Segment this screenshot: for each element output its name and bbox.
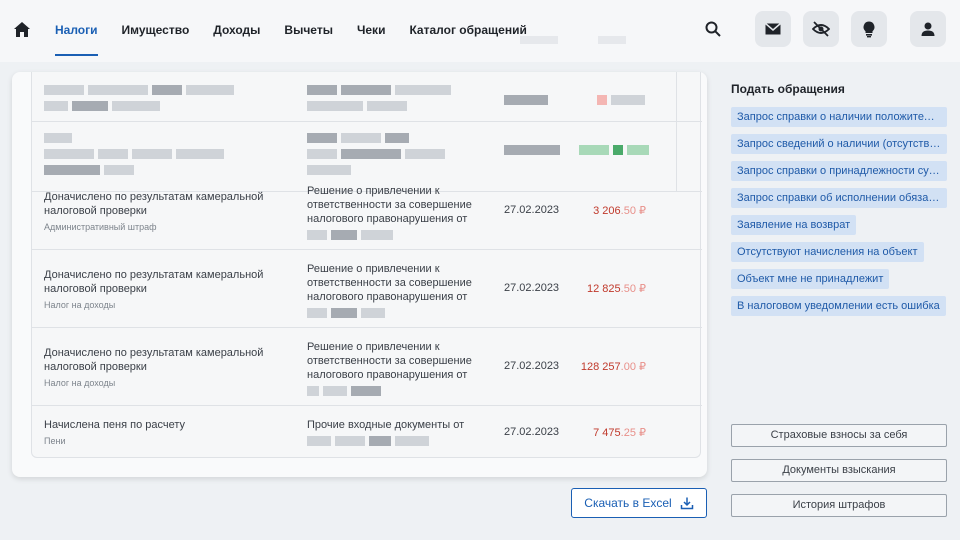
category-text: Налог на доходы	[44, 378, 116, 388]
accruals-table: Доначислено по результатам камеральной н…	[31, 72, 702, 458]
table-row[interactable]: Доначислено по результатам камеральной н…	[32, 328, 702, 406]
document-text: Решение о привлечении к ответственности …	[307, 341, 472, 381]
obscured-date	[504, 92, 552, 110]
visibility-toggle-button[interactable]	[803, 11, 839, 47]
category-text: Административный штраф	[44, 222, 157, 232]
top-navigation-bar: Налоги Имущество Доходы Вычеты Чеки Ката…	[0, 0, 960, 62]
accrual-amount: 7 475.25 ₽	[593, 427, 646, 439]
obscured-header-fragment	[598, 36, 626, 44]
main-nav: Налоги Имущество Доходы Вычеты Чеки Ката…	[55, 0, 551, 62]
insurance-contributions-button[interactable]: Страховые взносы за себя	[731, 424, 947, 447]
eye-off-icon	[812, 21, 830, 37]
description-text: Доначислено по результатам камеральной н…	[44, 269, 264, 295]
document-text: Прочие входные документы от	[307, 419, 465, 431]
user-icon	[921, 22, 935, 36]
download-excel-label: Скачать в Excel	[584, 496, 672, 510]
nav-deductions[interactable]: Вычеты	[284, 0, 333, 62]
messages-button[interactable]	[755, 11, 791, 47]
obscured-amount	[597, 92, 649, 110]
obscured-document	[307, 82, 455, 114]
accrual-description: Доначислено по результатам камеральной н…	[44, 190, 284, 234]
home-icon[interactable]	[12, 20, 32, 40]
request-link-debt-info[interactable]: Запрос сведений о наличии (отсутствии) з…	[731, 134, 947, 154]
request-link-notice-error[interactable]: В налоговом уведомлении есть ошибка	[731, 296, 946, 316]
search-button[interactable]	[695, 11, 731, 47]
request-link-payment-ownership[interactable]: Запрос справки о принадлежности сумм	[731, 161, 947, 181]
table-row[interactable]: Доначислено по результатам камеральной н…	[32, 185, 702, 250]
accrual-document: Решение о привлечении к ответственности …	[307, 340, 487, 402]
nav-appeals-catalog[interactable]: Каталог обращений	[409, 0, 526, 62]
request-link-not-my-object[interactable]: Объект мне не принадлежит	[731, 269, 890, 289]
category-text: Пени	[44, 436, 66, 446]
download-excel-button[interactable]: Скачать в Excel	[571, 488, 707, 518]
fines-history-button[interactable]: История штрафов	[731, 494, 947, 517]
request-link-obligation-fulfilment[interactable]: Запрос справки об исполнении обязанности	[731, 188, 947, 208]
obscured-amount	[579, 142, 653, 160]
description-text: Доначислено по результатам камеральной н…	[44, 191, 264, 217]
accrual-amount: 3 206.50 ₽	[593, 205, 646, 217]
profile-button[interactable]	[910, 11, 946, 47]
accrual-document: Решение о привлечении к ответственности …	[307, 262, 487, 324]
accrual-description: Доначислено по результатам камеральной н…	[44, 268, 284, 312]
request-link-no-accruals[interactable]: Отсутствуют начисления на объект	[731, 242, 924, 262]
obscured-header-fragment	[520, 36, 558, 44]
accrual-description: Доначислено по результатам камеральной н…	[44, 346, 284, 390]
accrual-document: Прочие входные документы от	[307, 418, 487, 452]
accrual-date: 27.02.2023	[504, 360, 560, 372]
appeals-title: Подать обращения	[731, 82, 845, 96]
accrual-date: 27.02.2023	[504, 204, 560, 216]
accrual-date: 27.02.2023	[504, 426, 560, 438]
accruals-card: Доначислено по результатам камеральной н…	[12, 72, 707, 477]
nav-income[interactable]: Доходы	[213, 0, 260, 62]
obscured-document	[307, 130, 449, 178]
accrual-document: Решение о привлечении к ответственности …	[307, 184, 487, 246]
table-row[interactable]: Доначислено по результатам камеральной н…	[32, 250, 702, 328]
nav-property[interactable]: Имущество	[122, 0, 190, 62]
table-row-obscured	[32, 72, 702, 122]
nav-taxes[interactable]: Налоги	[55, 0, 98, 62]
tips-button[interactable]	[851, 11, 887, 47]
obscured-description	[44, 130, 228, 178]
request-link-refund[interactable]: Заявление на возврат	[731, 215, 857, 235]
download-icon	[680, 497, 693, 510]
category-text: Налог на доходы	[44, 300, 116, 310]
lightbulb-icon	[863, 21, 875, 38]
table-row-obscured	[32, 122, 702, 192]
request-link-positive-balance[interactable]: Запрос справки о наличии положительного …	[731, 107, 947, 127]
accrual-date: 27.02.2023	[504, 282, 560, 294]
description-text: Начислена пеня по расчету	[44, 419, 186, 431]
accrual-amount: 12 825.50 ₽	[586, 283, 646, 295]
mail-icon	[765, 22, 781, 35]
table-row[interactable]: Начислена пеня по расчету Пени Прочие вх…	[32, 406, 702, 458]
document-text: Решение о привлечении к ответственности …	[307, 185, 472, 225]
obscured-description	[44, 82, 238, 114]
nav-receipts[interactable]: Чеки	[357, 0, 386, 62]
search-icon	[705, 21, 721, 37]
accrual-amount: 128 257.00 ₽	[580, 361, 646, 373]
collection-documents-button[interactable]: Документы взыскания	[731, 459, 947, 482]
description-text: Доначислено по результатам камеральной н…	[44, 347, 264, 373]
accrual-description: Начислена пеня по расчету Пени	[44, 418, 284, 448]
document-text: Решение о привлечении к ответственности …	[307, 263, 472, 303]
obscured-date	[504, 142, 564, 160]
